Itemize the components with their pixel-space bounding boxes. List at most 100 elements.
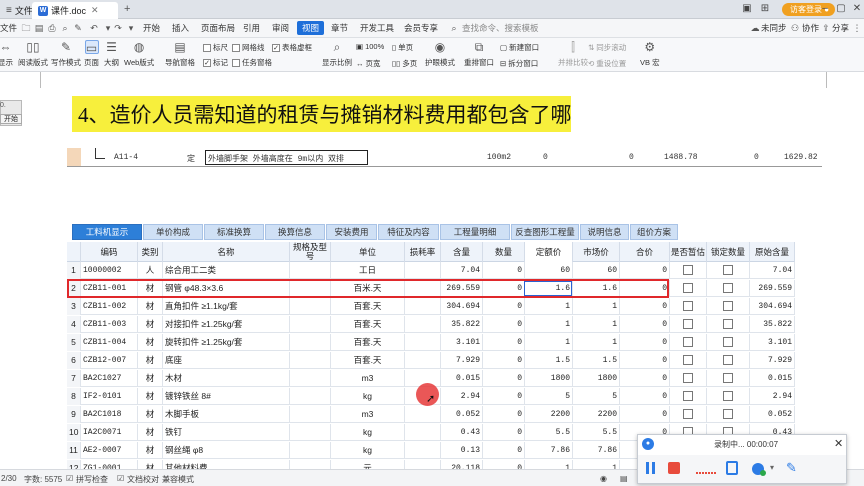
table-borders-checkbox[interactable]: ✓ 表格虚框 [272,42,312,53]
grid-cell[interactable]: BA2C1018 [81,406,138,423]
checkbox[interactable] [683,337,693,348]
checkbox[interactable] [723,301,733,312]
sync-status[interactable]: 未同步 [761,22,787,34]
new-tab-icon[interactable]: + [124,3,130,15]
menu-insert[interactable]: 插入 [172,22,189,34]
grid-cell[interactable]: 2200 [525,406,573,423]
reset-position-button[interactable]: ⟲ 重设位置 [588,58,626,69]
detail-tab-1[interactable]: 工料机显示 [72,224,142,240]
grid-cell[interactable]: BA2C1027 [81,370,138,387]
grid-cell[interactable] [290,352,331,369]
grid-cell[interactable]: m3 [331,370,405,387]
grid-cell[interactable]: 9 [67,406,81,423]
markup-checkbox[interactable]: ✓ 标记 [203,57,228,68]
grid-header-1[interactable]: 编码 [81,242,138,262]
grid-cell[interactable] [670,262,707,279]
grid-cell[interactable] [707,262,750,279]
format-painter-icon[interactable]: ✎ [72,22,84,34]
quick-access-dropdown-icon[interactable]: ▾ [125,22,137,34]
word-count[interactable]: 字数: 5575 [24,474,62,485]
grid-cell[interactable] [405,442,441,459]
checkbox[interactable] [683,301,693,312]
grid-cell[interactable] [670,334,707,351]
checkbox[interactable] [683,283,693,294]
grid-cell[interactable] [707,316,750,333]
layout-status-icon[interactable]: ▤ [620,474,628,483]
side-start-button[interactable]: 开始 [0,114,22,124]
menu-references[interactable]: 引用 [243,22,260,34]
grid-cell[interactable]: 0 [483,406,525,423]
sync-scroll-button[interactable]: ⇅ 同步滚动 [588,42,626,53]
pen-draw-icon[interactable]: ✎ [786,460,802,476]
grid-cell[interactable]: IA2C0071 [81,424,138,441]
grid-cell[interactable] [405,424,441,441]
grid-cell[interactable] [707,352,750,369]
grid-header-2[interactable]: 类别 [138,242,163,262]
grid-cell[interactable]: 1.5 [573,352,620,369]
grid-cell[interactable] [670,388,707,405]
print-icon[interactable]: ⎙ [46,22,58,34]
grid-header-10[interactable]: 市场价 [573,242,620,262]
grid-cell[interactable] [670,316,707,333]
grid-cell[interactable]: 材 [138,370,163,387]
grid-cell[interactable]: 10 [67,424,81,441]
grid-header-14[interactable]: 原始含量 [750,242,795,262]
checkbox[interactable] [723,409,733,420]
grid-cell[interactable]: 3.101 [750,334,795,351]
page-indicator[interactable]: 2/30 [1,474,17,483]
table-row[interactable]: 4 CZB11-003 材对接扣件 ≥1.25kg/套 百套.天 35.822 0 1 1 0 3… [67,316,795,333]
grid-cell[interactable]: 0 [483,334,525,351]
grid-cell[interactable] [290,316,331,333]
menu-developer[interactable]: 开发工具 [360,22,394,34]
web-view-button[interactable]: ◍ Web版式 [124,40,154,68]
outline-view-button[interactable]: ☰ 大纲 [104,40,119,68]
display-button[interactable]: ⇔ 显示 [0,40,13,68]
grid-cell[interactable]: 0 [620,406,670,423]
close-tab-icon[interactable]: ✕ [91,5,99,16]
maximize-icon[interactable]: ▢ [834,2,848,16]
detail-tab-9[interactable]: 说明信息 [580,224,629,240]
checkbox[interactable] [723,337,733,348]
checkbox[interactable] [683,373,693,384]
grid-cell[interactable]: 0 [483,370,525,387]
audio-level-icon[interactable] [696,460,718,476]
grid-cell[interactable]: 5 [67,334,81,351]
table-row[interactable]: 1 10000002 人综合用工二类 工日 7.04 0 60 60 0 7.04 [67,262,795,279]
grid-cell[interactable]: 材 [138,388,163,405]
grid-cell[interactable] [405,406,441,423]
grid-header-8[interactable]: 数量 [483,242,525,262]
grid-cell[interactable]: 百套.天 [331,298,405,315]
checkbox[interactable] [723,265,733,276]
grid-cell[interactable]: 304.694 [441,298,483,315]
grid-header-5[interactable]: 单位 [331,242,405,262]
grid-cell[interactable] [290,262,331,279]
menu-start[interactable]: 开始 [143,22,160,34]
side-by-side-button[interactable]: ⫿ 并排比较 [558,40,588,68]
grid-header-13[interactable]: 锁定数量 [707,242,750,262]
grid-cell[interactable]: 0.13 [441,442,483,459]
writing-mode-button[interactable]: ✎ 写作模式 [51,40,81,68]
eye-protect-button[interactable]: ◉ 护眼模式 [425,40,455,68]
table-row[interactable]: 5 CZB11-004 材旋转扣件 ≥1.25kg/套 百套.天 3.101 0 1 1 0 3.… [67,334,795,351]
grid-cell[interactable]: 木材 [163,370,290,387]
grid-cell[interactable]: 7.86 [525,442,573,459]
table-row[interactable]: 6 CZB12-007 材底座 百套.天 7.929 0 1.5 1.5 0 7.929 [67,352,795,369]
share-button[interactable]: 分享 [832,22,849,34]
detail-tab-10[interactable]: 组价方案 [630,224,678,240]
checkbox[interactable] [683,265,693,276]
split-window-button[interactable]: ⊟ 拆分窗口 [500,58,538,69]
checkbox[interactable] [723,355,733,366]
checkbox[interactable] [723,283,733,294]
grid-cell[interactable]: 钢丝绳 φ8 [163,442,290,459]
grid-cell[interactable] [290,298,331,315]
grid-cell[interactable]: 35.822 [441,316,483,333]
grid-cell[interactable]: 对接扣件 ≥1.25kg/套 [163,316,290,333]
grid-cell[interactable]: 木脚手板 [163,406,290,423]
detail-tab-5[interactable]: 安装费用 [326,224,377,240]
grid-cell[interactable] [290,370,331,387]
single-page-button[interactable]: ▯ 单页 [392,42,413,53]
search-icon[interactable]: ⌕ [448,22,460,34]
grid-cell[interactable]: 7.929 [750,352,795,369]
vb-macro-button[interactable]: ⚙ VB 宏 [640,40,660,68]
grid-cell[interactable]: 8 [67,388,81,405]
